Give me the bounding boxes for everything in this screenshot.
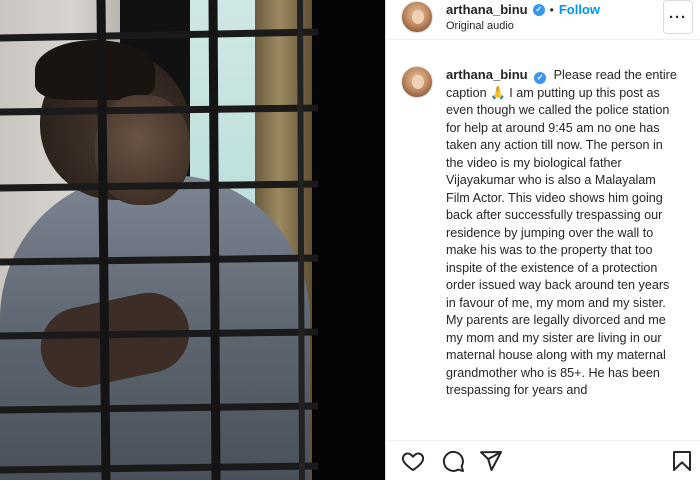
comment-icon bbox=[442, 450, 464, 472]
post-header: arthana_binu ✓ • Follow Original audio ·… bbox=[386, 0, 700, 40]
share-button[interactable] bbox=[479, 449, 503, 473]
heart-icon bbox=[401, 452, 425, 471]
author-username[interactable]: arthana_binu bbox=[446, 2, 528, 17]
share-icon bbox=[480, 451, 502, 471]
caption-username[interactable]: arthana_binu bbox=[446, 67, 528, 82]
verified-icon: ✓ bbox=[532, 3, 545, 16]
post-media[interactable] bbox=[0, 0, 385, 480]
like-button[interactable] bbox=[401, 449, 425, 473]
bookmark-icon bbox=[673, 451, 691, 471]
post-sidebar: arthana_binu ✓ • Follow Original audio ·… bbox=[385, 0, 700, 480]
save-button[interactable] bbox=[670, 449, 694, 473]
comment-button[interactable] bbox=[441, 449, 465, 473]
post-author-row: arthana_binu ✓ • Follow bbox=[446, 2, 600, 17]
action-bar bbox=[386, 440, 700, 480]
more-icon: ··· bbox=[669, 8, 687, 26]
verified-icon: ✓ bbox=[534, 72, 547, 84]
caption-section: arthana_binu ✓ Please read the entire ca… bbox=[386, 56, 700, 436]
audio-label[interactable]: Original audio bbox=[446, 20, 514, 32]
window-grill bbox=[0, 0, 319, 480]
caption-avatar[interactable] bbox=[401, 66, 433, 98]
caption-text: Please read the entire caption 🙏 I am pu… bbox=[446, 68, 677, 397]
follow-button[interactable]: Follow bbox=[559, 2, 600, 17]
avatar[interactable] bbox=[401, 1, 433, 33]
separator: • bbox=[549, 2, 554, 17]
caption-text-block: arthana_binu ✓ Please read the entire ca… bbox=[446, 66, 682, 400]
more-options-button[interactable]: ··· bbox=[663, 0, 693, 34]
